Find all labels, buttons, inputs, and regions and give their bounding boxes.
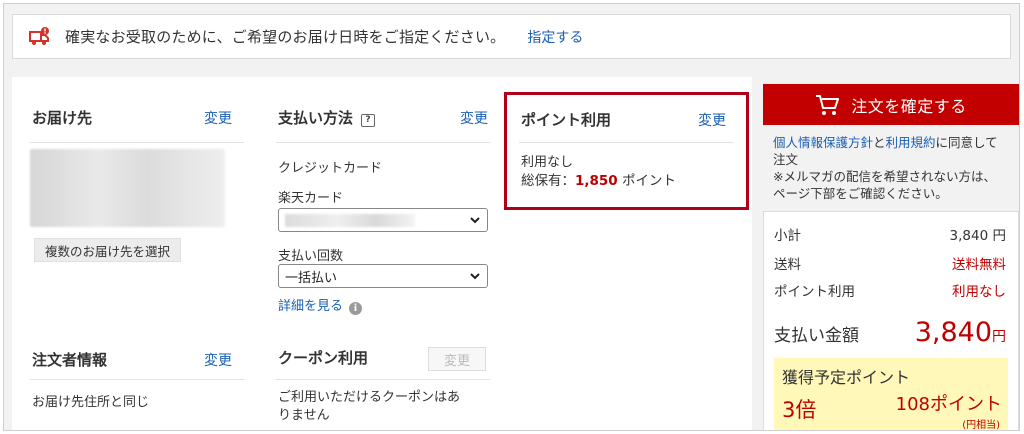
divider — [30, 379, 244, 380]
shipping-value: 送料無料 — [952, 257, 1006, 273]
card-number-redacted — [285, 214, 415, 227]
shipping-row: 送料 送料無料 — [774, 253, 1006, 273]
order-summary: 小計 3,840 円 送料 送料無料 ポイント利用 利用なし 支払い金額 3,8… — [763, 211, 1019, 431]
delivery-truck-alert-icon — [29, 26, 49, 45]
help-icon[interactable]: ? — [361, 114, 376, 127]
orderer-title: 注文者情報 — [32, 351, 108, 369]
coupon-title: クーポン利用 — [278, 349, 369, 367]
payment-total-row: 支払い金額 3,840円 — [774, 317, 1006, 348]
points-total-value: 1,850 — [575, 173, 618, 189]
points-multiplier: 3倍 — [782, 398, 817, 422]
specify-date-link[interactable]: 指定する — [527, 27, 583, 47]
multiple-addresses-button[interactable]: 複数のお届け先を選択 — [34, 238, 182, 262]
orderer-header: 注文者情報 変更 — [32, 349, 232, 370]
payment-header: 支払い方法? 変更 — [278, 107, 488, 128]
cart-icon — [816, 94, 840, 115]
point-usage-value: 利用なし — [952, 284, 1006, 300]
payment-title: 支払い方法 — [278, 109, 354, 127]
orderer-change-link[interactable]: 変更 — [204, 350, 232, 370]
chevron-down-icon — [470, 217, 480, 224]
points-title: ポイント利用 — [521, 111, 612, 129]
points-total: 総保有：1,850 ポイント — [521, 173, 676, 189]
installment-select[interactable]: 一括払い — [278, 264, 488, 288]
payment-total-label: 支払い金額 — [774, 326, 859, 346]
confirm-order-button[interactable]: 注文を確定する — [763, 84, 1019, 125]
details-link[interactable]: 詳細を見る — [278, 299, 343, 314]
divider — [276, 142, 490, 143]
point-usage-row: ポイント利用 利用なし — [774, 280, 1006, 300]
coupon-text: ご利用いただけるクーポンはあ りません — [278, 390, 461, 423]
orderer-text: お届け先住所と同じ — [32, 395, 150, 410]
payment-method-text: クレジットカード — [278, 161, 383, 176]
points-header: ポイント利用 変更 — [521, 109, 726, 130]
delivery-header: お届け先 変更 — [32, 107, 232, 128]
divider — [276, 379, 490, 380]
subtotal-value: 3,840 円 — [949, 228, 1006, 244]
divider — [30, 142, 244, 143]
payment-total-amount: 3,840 — [914, 317, 992, 348]
notice-text: 確実なお受取のために、ご希望のお届け日時をご指定ください。 — [65, 28, 506, 46]
payment-change-link[interactable]: 変更 — [460, 108, 488, 128]
privacy-policy-link[interactable]: 個人情報保護方針 — [773, 135, 873, 150]
address-redacted — [30, 149, 225, 227]
installment-value: 一括払い — [285, 270, 338, 286]
earned-points-box: 獲得予定ポイント 3倍 108ポイント (円相当) — [774, 358, 1008, 431]
chevron-down-icon — [470, 273, 480, 280]
card-select[interactable] — [278, 208, 488, 232]
earned-points-note: (円相当) — [962, 420, 1000, 431]
info-icon[interactable]: i — [349, 302, 363, 315]
subtotal-row: 小計 3,840 円 — [774, 224, 1006, 244]
earned-points-value: 108ポイント — [895, 394, 1002, 415]
page-frame: 確実なお受取のために、ご希望のお届け日時をご指定ください。 指定する お届け先 … — [3, 3, 1020, 431]
points-change-link[interactable]: 変更 — [698, 110, 726, 130]
point-usage-box: ポイント利用 変更 利用なし 総保有：1,850 ポイント — [504, 92, 749, 210]
delivery-title: お届け先 — [32, 109, 93, 127]
delivery-date-notice: 確実なお受取のために、ご希望のお届け日時をご指定ください。 指定する — [12, 14, 1011, 59]
agreement-text: 個人情報保護方針と利用規約に同意して 注文 ※メルマガの配信を希望されない方は、… — [773, 135, 998, 201]
details-row: 詳細を見る i — [278, 295, 363, 315]
terms-link[interactable]: 利用規約 — [886, 135, 936, 150]
earned-points-title: 獲得予定ポイント — [782, 368, 911, 387]
card-label: 楽天カード — [278, 191, 344, 206]
confirm-order-label: 注文を確定する — [851, 96, 967, 116]
points-usage: 利用なし — [521, 155, 574, 170]
delivery-change-link[interactable]: 変更 — [204, 108, 232, 128]
installment-label: 支払い回数 — [278, 249, 344, 264]
coupon-change-button[interactable]: 変更 — [428, 347, 486, 371]
divider — [519, 142, 734, 143]
